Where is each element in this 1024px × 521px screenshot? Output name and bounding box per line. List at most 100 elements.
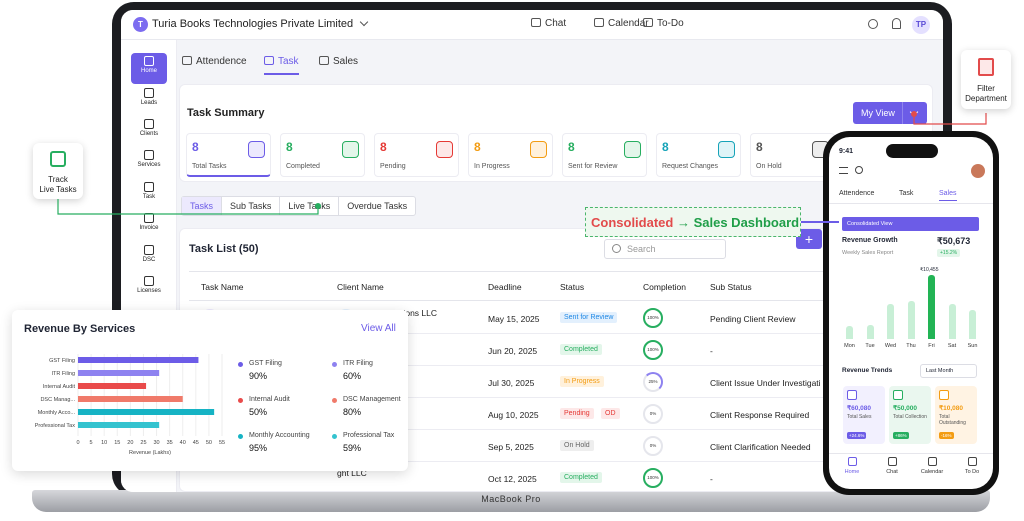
phone-nav-item[interactable]: To Do xyxy=(957,457,987,475)
y-category-label: ITR Filing xyxy=(51,371,75,377)
x-tick-label: 40 xyxy=(180,440,186,446)
legend-name: Professional Tax xyxy=(343,432,395,439)
trend-badge: +86% xyxy=(893,432,909,439)
growth-title: Revenue Growth xyxy=(842,237,898,244)
day-label: Fri xyxy=(928,343,935,349)
weekly-bar xyxy=(866,324,874,339)
y-category-label: GST Filing xyxy=(49,358,75,364)
x-tick-label: 35 xyxy=(167,440,173,446)
legend-dot xyxy=(332,362,337,367)
day-label: Sun xyxy=(967,343,978,349)
phone-time: 9:41 xyxy=(839,148,854,155)
avatar[interactable] xyxy=(971,164,985,178)
banner-red-text: Consolidated xyxy=(591,215,674,230)
tab-label: Attendence xyxy=(839,190,875,197)
legend-dot xyxy=(332,398,337,403)
x-tick-label: 5 xyxy=(90,440,93,446)
banner-green-text: Sales Dashboard xyxy=(693,215,800,230)
x-tick-label: 50 xyxy=(206,440,212,446)
x-axis-label: Revenue (Lakhs) xyxy=(129,450,171,456)
connector-dot xyxy=(315,203,321,209)
nav-icon xyxy=(887,457,897,466)
legend-dot xyxy=(238,398,243,403)
consolidated-view-select[interactable]: Consolidated View xyxy=(842,217,979,231)
day-label: Tue xyxy=(865,343,875,349)
legend-dot xyxy=(332,434,337,439)
trend-badge: +24.6% xyxy=(847,432,867,439)
legend-percent: 90% xyxy=(249,371,268,381)
growth-value: ₹50,673 xyxy=(937,236,971,246)
trend-icon xyxy=(939,390,949,400)
arrow-right-icon: → xyxy=(676,215,690,230)
weekly-bar xyxy=(887,303,894,339)
select-value: Consolidated View xyxy=(847,221,893,227)
select-value: Last Month xyxy=(926,368,954,374)
y-category-label: Professional Tax xyxy=(35,423,76,429)
weekly-bar xyxy=(907,300,915,339)
trend-icon xyxy=(893,390,903,400)
legend-name: Monthly Accounting xyxy=(249,432,310,439)
filter-connector xyxy=(913,113,987,125)
phone-tab-attendence[interactable]: Attendence xyxy=(839,190,874,197)
trend-value: ₹10,080 xyxy=(939,405,964,412)
divider xyxy=(829,453,993,454)
trend-label: Total Collection xyxy=(893,414,927,420)
trend-card[interactable]: ₹50,000 Total Collection +86% xyxy=(889,386,931,444)
callout-label: Filter Department xyxy=(965,84,1007,103)
trend-card[interactable]: ₹60,080 Total Sales +24.6% xyxy=(843,386,885,444)
phone-nav-item[interactable]: Calendar xyxy=(917,457,947,475)
trend-value: ₹50,000 xyxy=(893,405,918,412)
phone-tab-sales[interactable]: Sales xyxy=(939,190,957,201)
phone-nav-label: To Do xyxy=(964,469,980,475)
banner-connector xyxy=(801,221,839,223)
menu-icon[interactable] xyxy=(839,167,848,174)
legend-percent: 80% xyxy=(343,407,362,417)
day-label: Sat xyxy=(947,343,957,349)
x-tick-label: 45 xyxy=(193,440,199,446)
dynamic-island xyxy=(886,144,938,158)
building-icon xyxy=(978,58,994,76)
view-all-link[interactable]: View All xyxy=(361,323,396,334)
trend-icon xyxy=(847,390,857,400)
weekly-bar xyxy=(969,310,976,339)
day-label: Mon xyxy=(844,343,855,349)
trend-badge: -16% xyxy=(939,432,954,439)
phone-screen: 9:41 Attendence Task Sales Consolidated … xyxy=(829,137,993,489)
phone-nav-item[interactable]: Chat xyxy=(877,457,907,475)
revenue-by-services-card: Revenue By Services View All 0 5 10 15 20 25 3… xyxy=(12,310,408,471)
trend-card[interactable]: ₹10,080 Total Outstanding -16% xyxy=(935,386,977,444)
growth-subtitle: Weekly Sales Report xyxy=(842,250,894,256)
legend-dot xyxy=(238,362,243,367)
weekly-bar xyxy=(948,303,956,339)
trend-label: Total Sales xyxy=(847,414,872,420)
trend-value: ₹60,080 xyxy=(847,405,872,412)
bar xyxy=(78,422,160,428)
bar xyxy=(78,383,147,389)
legend-percent: 60% xyxy=(343,371,362,381)
x-tick-label: 55 xyxy=(219,440,225,446)
trends-period-select[interactable]: Last Month xyxy=(920,364,977,378)
y-category-label: DSC Manag... xyxy=(40,397,75,403)
day-label: Wed xyxy=(884,343,897,349)
search-icon[interactable] xyxy=(855,166,863,174)
weekly-bar xyxy=(928,275,935,339)
bar xyxy=(78,409,215,415)
trend-label: Total Outstanding xyxy=(939,414,966,426)
legend-name: ITR Filing xyxy=(343,360,373,367)
phone-tab-task[interactable]: Task xyxy=(899,190,913,197)
phone-nav-label: Home xyxy=(844,469,860,475)
y-category-label: Monthly Acco... xyxy=(38,410,76,416)
x-tick-label: 30 xyxy=(153,440,159,446)
growth-badge: +15.2% xyxy=(937,249,961,257)
weekly-bar xyxy=(846,326,853,339)
phone-nav-item[interactable]: Home xyxy=(837,457,867,475)
x-tick-label: 15 xyxy=(114,440,120,446)
bar xyxy=(78,357,199,363)
track-connector xyxy=(57,199,319,215)
filter-department-callout: Filter Department xyxy=(961,50,1011,109)
connector-dot xyxy=(911,111,917,117)
tab-label: Sales xyxy=(939,190,957,197)
x-tick-label: 0 xyxy=(76,440,79,446)
revenue-chart: 0 5 10 15 20 25 30 35 40 45 50 55 GST Filing ITR Fili… xyxy=(35,354,225,456)
phone-nav-label: Calendar xyxy=(920,469,944,475)
